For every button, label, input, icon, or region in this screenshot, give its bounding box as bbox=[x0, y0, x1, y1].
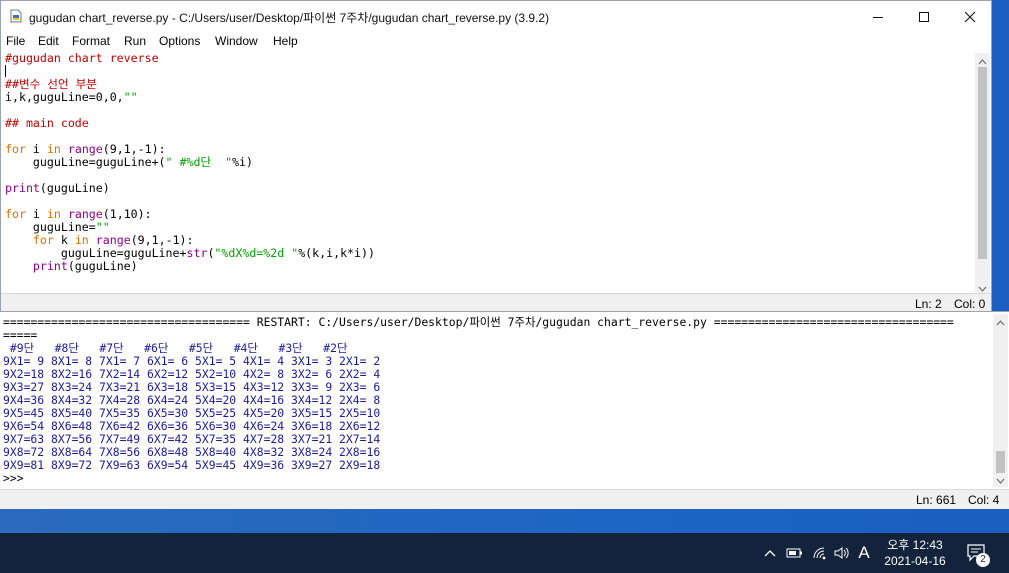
code-line: guguLine=guguLine+str("%dX%d=%2d "%(k,i,… bbox=[5, 246, 375, 260]
clock-date: 2021-04-16 bbox=[884, 554, 946, 568]
code-line: print(guguLine) bbox=[32, 259, 138, 273]
minimize-icon bbox=[873, 16, 883, 18]
close-button[interactable] bbox=[947, 1, 993, 32]
chevron-up-icon bbox=[764, 550, 776, 557]
menu-format[interactable]: Format bbox=[72, 34, 110, 48]
menu-bar: File Edit Format Run Options Window Help bbox=[1, 32, 991, 52]
window-title: gugudan chart_reverse.py - C:/Users/user… bbox=[29, 11, 550, 25]
menu-window[interactable]: Window bbox=[215, 34, 258, 48]
editor-window: gugudan chart_reverse.py - C:/Users/user… bbox=[0, 0, 992, 314]
notification-button[interactable]: 2 bbox=[962, 533, 992, 573]
battery-icon bbox=[786, 548, 802, 558]
minimize-button[interactable] bbox=[855, 1, 901, 32]
text-cursor bbox=[5, 65, 6, 77]
editor-scrollbar[interactable] bbox=[975, 53, 990, 295]
maximize-icon bbox=[919, 11, 929, 22]
column-indicator: Col: 0 bbox=[954, 297, 986, 311]
code-editor[interactable]: #gugudan chart reverse ##변수 선언 부분 i,k,gugu… bbox=[5, 52, 971, 295]
close-icon bbox=[964, 11, 976, 22]
editor-scroll-thumb[interactable] bbox=[978, 67, 987, 259]
code-line: #gugudan chart reverse bbox=[5, 52, 159, 65]
shell-status-bar: Ln: 661 Col: 4 bbox=[0, 489, 1009, 509]
battery-button[interactable] bbox=[784, 533, 806, 573]
editor-status-bar: Ln: 2 Col: 0 bbox=[1, 293, 991, 313]
column-indicator: Col: 4 bbox=[968, 493, 1000, 507]
menu-options[interactable]: Options bbox=[159, 34, 200, 48]
menu-run[interactable]: Run bbox=[124, 34, 146, 48]
code-line: print(guguLine) bbox=[5, 181, 110, 195]
input-method-indicator[interactable]: A bbox=[854, 533, 874, 573]
code-line: ##변수 선언 부분 bbox=[5, 77, 97, 91]
menu-edit[interactable]: Edit bbox=[38, 34, 59, 48]
shell-scroll-thumb[interactable] bbox=[996, 451, 1005, 473]
code-line: ## main code bbox=[5, 116, 89, 130]
volume-button[interactable] bbox=[832, 533, 852, 573]
maximize-button[interactable] bbox=[901, 1, 947, 32]
title-bar[interactable]: gugudan chart_reverse.py - C:/Users/user… bbox=[1, 1, 991, 32]
menu-file[interactable]: File bbox=[6, 34, 25, 48]
restart-banner: ==================================== RES… bbox=[3, 316, 954, 329]
output-row: 9X9=81 8X9=72 7X9=63 6X9=54 5X9=45 4X9=3… bbox=[3, 458, 381, 472]
shell-output[interactable]: ==================================== RES… bbox=[3, 316, 988, 489]
speaker-icon bbox=[834, 547, 849, 559]
scroll-down-icon[interactable] bbox=[993, 475, 1008, 487]
shell-scrollbar[interactable] bbox=[993, 314, 1008, 487]
line-indicator: Ln: 2 bbox=[915, 297, 942, 311]
menu-help[interactable]: Help bbox=[273, 34, 298, 48]
shell-window: ==================================== RES… bbox=[0, 311, 1009, 509]
show-hidden-icons-button[interactable] bbox=[760, 533, 780, 573]
notification-count-badge: 2 bbox=[976, 553, 990, 567]
taskbar: A 오후 12:43 2021-04-16 2 bbox=[0, 533, 1009, 573]
clock[interactable]: 오후 12:43 2021-04-16 bbox=[876, 537, 954, 569]
python-file-icon bbox=[10, 9, 22, 23]
clock-time: 오후 12:43 bbox=[887, 538, 943, 552]
wifi-icon bbox=[813, 547, 826, 560]
code-line bbox=[5, 65, 971, 78]
scroll-up-icon[interactable] bbox=[993, 317, 1008, 329]
shell-prompt: >>> bbox=[3, 471, 24, 485]
network-button[interactable] bbox=[810, 533, 830, 573]
code-line: guguLine=guguLine+(" #%d단 "%i) bbox=[5, 155, 254, 169]
line-indicator: Ln: 661 bbox=[916, 493, 957, 507]
code-line: i,k,guguLine=0,0,"" bbox=[5, 90, 138, 104]
code-line: for i in range(1,10): bbox=[5, 207, 152, 221]
